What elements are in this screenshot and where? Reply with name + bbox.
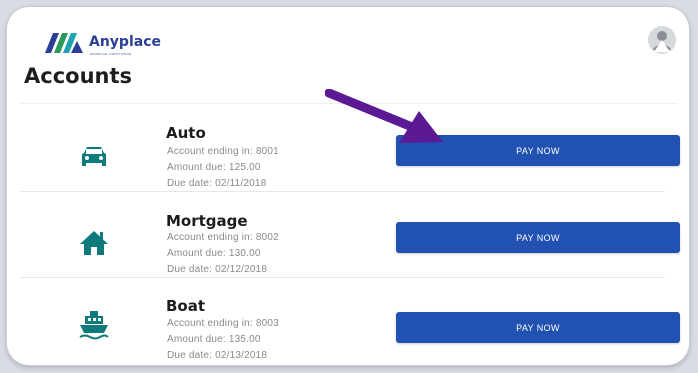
app-card: Anyplace FINANCIAL INSTITUTION Accounts … [7, 7, 689, 365]
car-icon [82, 147, 106, 166]
pay-now-button-boat[interactable]: PAY NOW [396, 312, 680, 343]
boat-icon [79, 311, 109, 340]
user-avatar-icon[interactable] [647, 25, 677, 55]
account-row-mortgage: Mortgage Account ending in: 8002 Amount … [7, 198, 689, 284]
arrow-pointer-icon [325, 89, 443, 143]
brand-name: Anyplace [89, 34, 161, 50]
pay-now-button-mortgage[interactable]: PAY NOW [396, 222, 680, 253]
account-name: Mortgage [166, 212, 248, 230]
due-date: Due date: 02/12/2018 [167, 264, 268, 275]
account-number: Account ending in: 8003 [167, 318, 279, 329]
amount-due: Amount due: 125.00 [167, 162, 261, 173]
row-divider [20, 277, 665, 278]
amount-due: Amount due: 130.00 [167, 248, 261, 259]
account-name: Auto [166, 124, 206, 142]
row-divider [20, 191, 665, 192]
account-row-boat: Boat Account ending in: 8003 Amount due:… [7, 284, 689, 365]
amount-due: Amount due: 135.00 [167, 334, 261, 345]
due-date: Due date: 02/11/2018 [167, 178, 267, 189]
account-number: Account ending in: 8001 [167, 146, 279, 157]
anyplace-logo-icon [45, 33, 83, 53]
account-number: Account ending in: 8002 [167, 232, 279, 243]
due-date: Due date: 02/13/2018 [167, 350, 268, 361]
brand-tagline: FINANCIAL INSTITUTION [90, 52, 132, 56]
account-name: Boat [166, 297, 206, 315]
page-title: Accounts [24, 64, 133, 88]
house-icon [80, 231, 108, 255]
